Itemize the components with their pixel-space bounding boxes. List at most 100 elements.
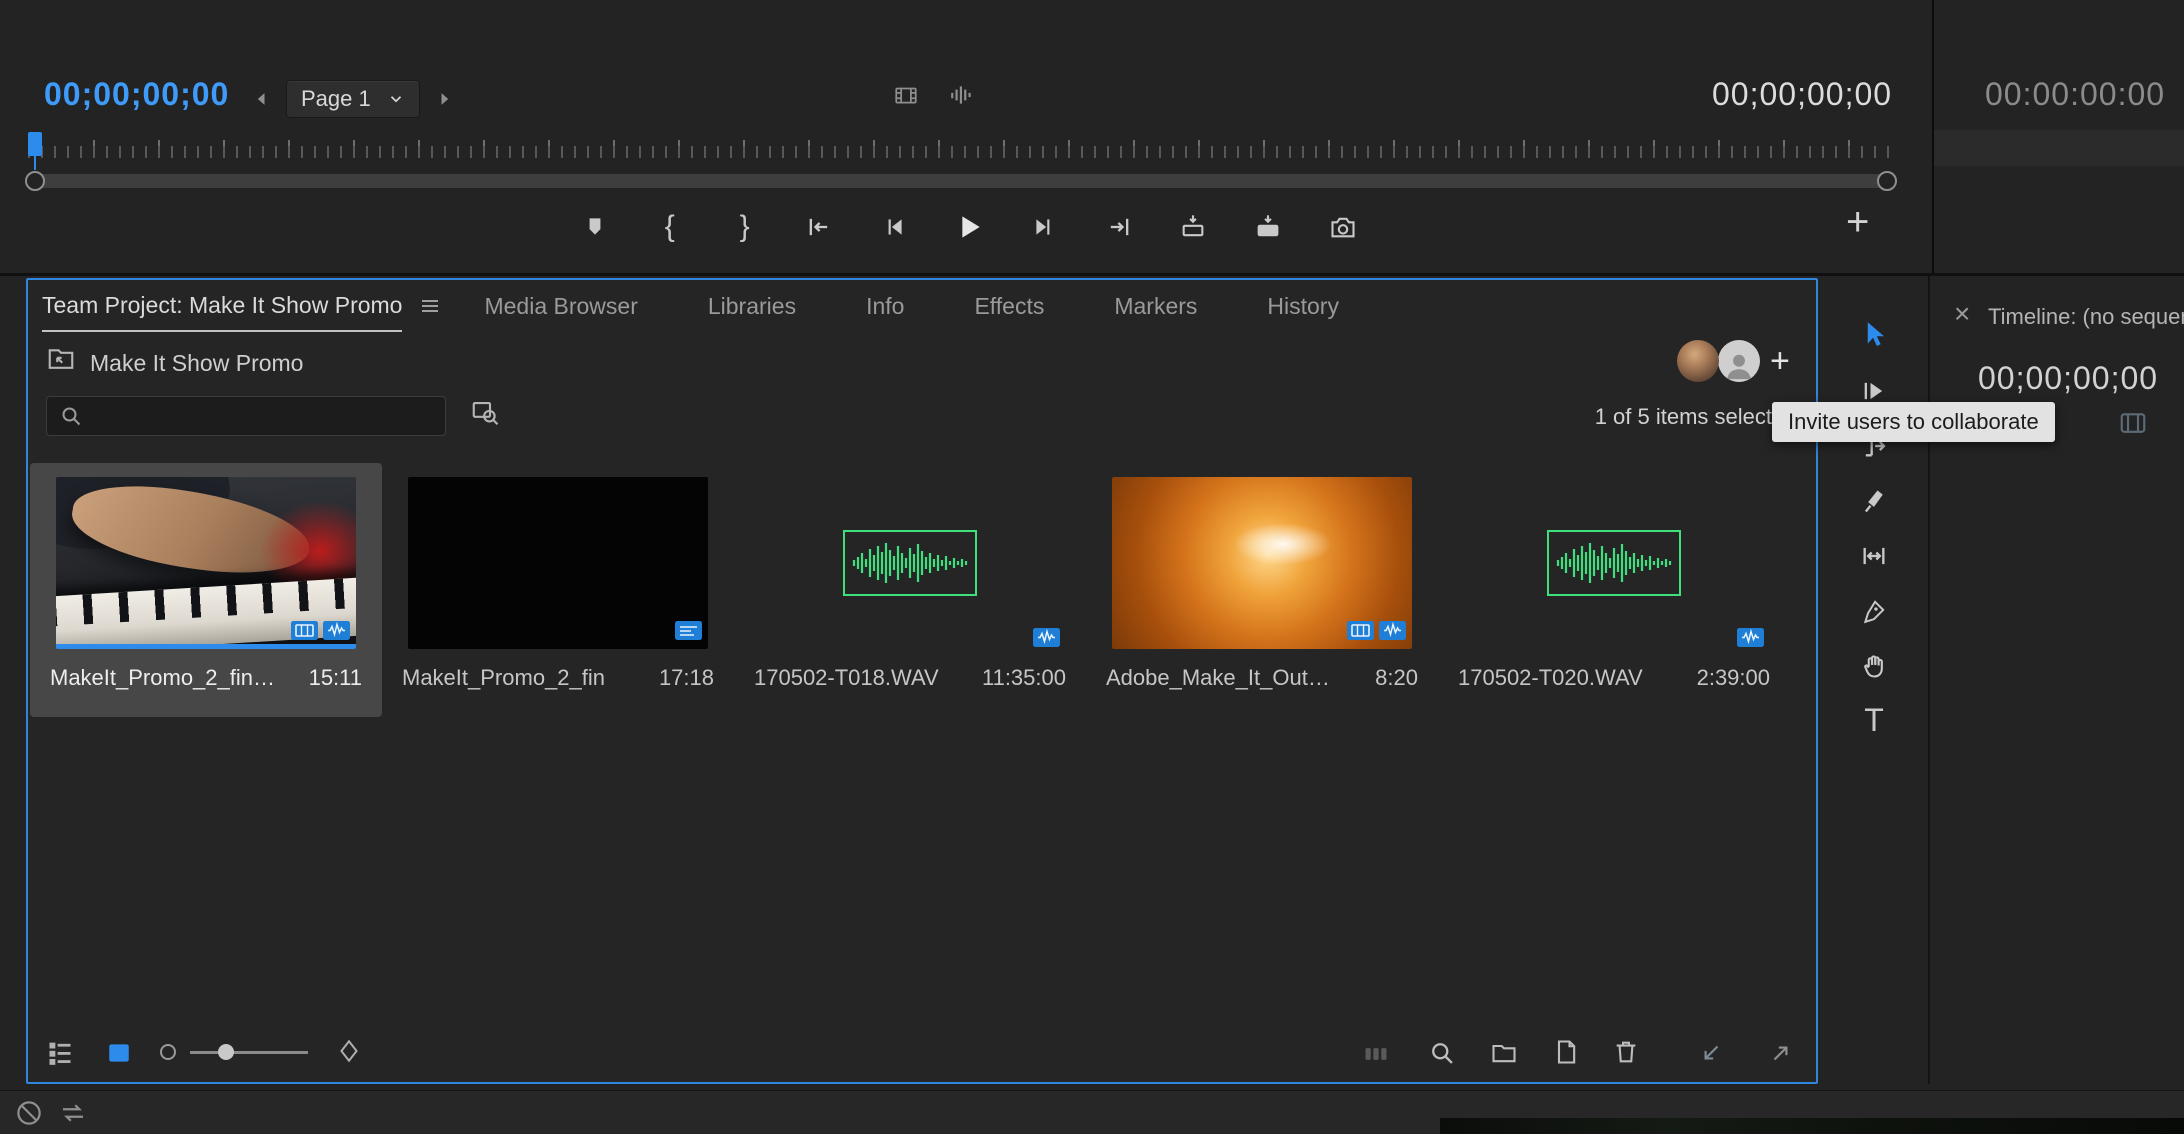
card-label: Adobe_Make_It_Outro_… 8:20 (1086, 665, 1438, 691)
breadcrumb[interactable]: Make It Show Promo (90, 350, 303, 377)
sort-icons-button[interactable] (336, 1038, 362, 1064)
card-label: MakeIt_Promo_2_fin… 15:11 (30, 665, 382, 691)
media-card[interactable]: 170502-T020.WAV 2:39:00 (1438, 463, 1790, 717)
timeline-tab[interactable]: Timeline: (no sequen (1988, 304, 2184, 330)
panel-menu-icon[interactable] (418, 294, 442, 318)
media-card[interactable]: MakeIt_Promo_2_fin 17:18 (382, 463, 734, 717)
clip-name[interactable]: MakeIt_Promo_2_fin… (50, 665, 275, 691)
clip-name[interactable]: 170502-T018.WAV (754, 665, 939, 691)
export-frame-button[interactable] (1326, 210, 1360, 244)
tab-team-project[interactable]: Team Project: Make It Show Promo (42, 280, 402, 332)
collapse-icon[interactable] (1698, 1040, 1724, 1066)
waveform-box (843, 530, 977, 596)
zoom-handle-left[interactable] (25, 171, 45, 191)
horizontal-divider (0, 273, 2184, 276)
zoom-handle-right[interactable] (1877, 171, 1897, 191)
scrub-progress-bar[interactable] (56, 644, 356, 649)
new-bin-button[interactable] (1490, 1039, 1518, 1067)
tab-info[interactable]: Info (866, 293, 904, 320)
razor-tool[interactable] (1840, 473, 1908, 528)
add-marker-button[interactable] (578, 210, 612, 244)
overwrite-button[interactable] (1251, 210, 1285, 244)
waveform-box (1547, 530, 1681, 596)
go-to-in-button[interactable] (802, 210, 836, 244)
clip-name[interactable]: MakeIt_Promo_2_fin (402, 665, 605, 691)
audio-badge-icon (1737, 628, 1764, 647)
video-thumbnail[interactable] (408, 477, 708, 649)
aux-ruler-strip (1934, 130, 2184, 166)
hand-tool[interactable] (1840, 638, 1908, 693)
playhead-marker[interactable] (28, 132, 42, 156)
expand-icon[interactable] (1768, 1040, 1794, 1066)
clip-duration: 2:39:00 (1697, 665, 1770, 691)
new-item-button[interactable] (1552, 1038, 1580, 1066)
page-prev-icon[interactable] (252, 89, 272, 109)
audio-thumbnail[interactable] (1464, 477, 1764, 649)
icon-view-button[interactable] (106, 1040, 132, 1066)
film-badge-icon (1347, 621, 1374, 640)
page-select[interactable]: Page 1 (286, 80, 420, 118)
tab-libraries[interactable]: Libraries (708, 293, 796, 320)
monitor-time-ruler[interactable] (28, 136, 1894, 170)
selection-tool[interactable] (1840, 308, 1908, 363)
media-card[interactable]: 170502-T018.WAV 11:35:00 (734, 463, 1086, 717)
project-panel-body: Make It Show Promo + 1 of 5 items select (28, 332, 1816, 1082)
avatar[interactable] (1677, 340, 1719, 382)
playhead-timecode[interactable]: 00;00;00;00 (44, 76, 229, 113)
bin-icon[interactable] (46, 344, 76, 374)
insert-sequence-icon[interactable] (2118, 408, 2148, 438)
drag-video-icon[interactable] (893, 82, 919, 108)
thumbnail-zoom-slider[interactable] (190, 1051, 308, 1054)
insert-button[interactable] (1176, 210, 1210, 244)
avatar[interactable] (1718, 340, 1760, 382)
film-badge-icon (291, 621, 318, 640)
video-thumbnail[interactable] (56, 477, 356, 649)
zoom-out-icon[interactable] (160, 1044, 176, 1060)
mark-out-button[interactable]: } (728, 210, 762, 244)
tab-effects[interactable]: Effects (974, 293, 1044, 320)
tools-panel: T (1840, 308, 1908, 748)
add-user-button[interactable]: + (1770, 342, 1790, 381)
duration-timecode: 00;00;00;00 (1712, 76, 1892, 113)
pen-tool[interactable] (1840, 583, 1908, 638)
card-label: 170502-T020.WAV 2:39:00 (1438, 665, 1790, 691)
slip-tool[interactable] (1840, 528, 1908, 583)
search-icon (59, 404, 83, 428)
close-icon[interactable]: × (1954, 298, 1970, 330)
tab-media-browser[interactable]: Media Browser (484, 293, 637, 320)
page-select-label: Page 1 (301, 86, 371, 112)
tooltip: Invite users to collaborate (1772, 402, 2055, 442)
clip-name[interactable]: Adobe_Make_It_Outro_… (1106, 665, 1336, 691)
monitor-zoom-scrollbar[interactable] (28, 174, 1894, 188)
mark-in-button[interactable]: { (653, 210, 687, 244)
media-card[interactable]: MakeIt_Promo_2_fin… 15:11 (30, 463, 382, 717)
timeline-panel: × Timeline: (no sequen 00;00;00;00 (1934, 276, 2184, 1084)
card-label: 170502-T018.WAV 11:35:00 (734, 665, 1086, 691)
go-to-out-button[interactable] (1102, 210, 1136, 244)
tab-history[interactable]: History (1267, 293, 1339, 320)
audio-badge-icon (1033, 628, 1060, 647)
monitor-drag-icons (893, 82, 975, 108)
type-tool[interactable]: T (1840, 693, 1908, 748)
play-button[interactable] (952, 210, 986, 244)
page-next-icon[interactable] (434, 89, 454, 109)
find-button[interactable] (1428, 1039, 1456, 1067)
audio-thumbnail[interactable] (760, 477, 1060, 649)
zoom-slider-thumb[interactable] (218, 1044, 234, 1060)
list-view-button[interactable] (46, 1038, 74, 1066)
delete-button[interactable] (1612, 1038, 1640, 1066)
search-input[interactable] (93, 403, 433, 429)
drag-audio-icon[interactable] (949, 82, 975, 108)
tab-markers[interactable]: Markers (1114, 293, 1197, 320)
aux-timecode: 00:00:00:00 (1985, 76, 2165, 113)
timeline-timecode[interactable]: 00;00;00;00 (1978, 360, 2158, 397)
media-card[interactable]: Adobe_Make_It_Outro_… 8:20 (1086, 463, 1438, 717)
clip-duration: 15:11 (309, 665, 362, 691)
clip-name[interactable]: 170502-T020.WAV (1458, 665, 1643, 691)
find-in-bin-icon[interactable] (470, 398, 500, 428)
step-forward-button[interactable] (1027, 210, 1061, 244)
step-back-button[interactable] (877, 210, 911, 244)
video-thumbnail[interactable] (1112, 477, 1412, 649)
automate-to-sequence-button[interactable] (1362, 1040, 1390, 1068)
button-editor-add[interactable]: + (1846, 200, 1869, 245)
